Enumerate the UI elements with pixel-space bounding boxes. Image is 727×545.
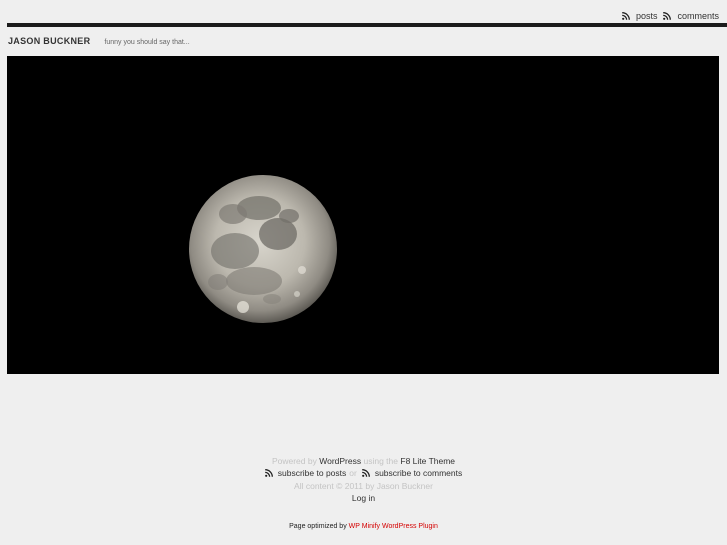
rss-icon	[264, 469, 273, 477]
rss-icon	[622, 12, 630, 20]
moon-photo[interactable]	[7, 56, 719, 374]
site-tagline: funny you should say that...	[104, 39, 190, 46]
using-the-text: using the	[363, 456, 399, 466]
subscribe-posts-link[interactable]: subscribe to posts	[278, 467, 347, 479]
optimized-by-line: Page optimized by WP Minify WordPress Pl…	[0, 523, 727, 530]
footer: Powered by WordPress using the F8 Lite T…	[0, 455, 727, 504]
rss-icon	[361, 469, 370, 477]
posts-label[interactable]: posts	[636, 11, 658, 21]
comments-feed-link[interactable]: comments	[663, 11, 719, 21]
page: posts comments JASON BUCKNER funny you s…	[0, 0, 727, 545]
comments-label[interactable]: comments	[677, 11, 719, 21]
subscribe-comments-link[interactable]: subscribe to comments	[375, 467, 462, 479]
powered-by-text: Powered by	[271, 456, 317, 466]
feed-links: posts comments	[622, 11, 719, 21]
rss-icon	[663, 12, 672, 20]
site-header: JASON BUCKNER funny you should say that.…	[8, 36, 190, 46]
theme-link[interactable]: F8 Lite Theme	[400, 456, 455, 466]
header-divider	[7, 23, 727, 27]
or-text: or	[349, 468, 357, 478]
wordpress-link[interactable]: WordPress	[319, 456, 361, 466]
posts-feed-link[interactable]: posts	[622, 11, 658, 21]
login-link[interactable]: Log in	[352, 493, 375, 503]
powered-by-line: Powered by WordPress using the F8 Lite T…	[0, 455, 727, 467]
subscribe-line: subscribe to posts or subscribe to comme…	[264, 467, 462, 479]
site-title[interactable]: JASON BUCKNER	[8, 36, 90, 46]
wp-minify-link[interactable]: WP Minify WordPress Plugin	[349, 523, 438, 530]
copyright-text: All content © 2011 by Jason Buckner	[294, 481, 433, 491]
optimized-prefix: Page optimized by	[289, 523, 347, 530]
